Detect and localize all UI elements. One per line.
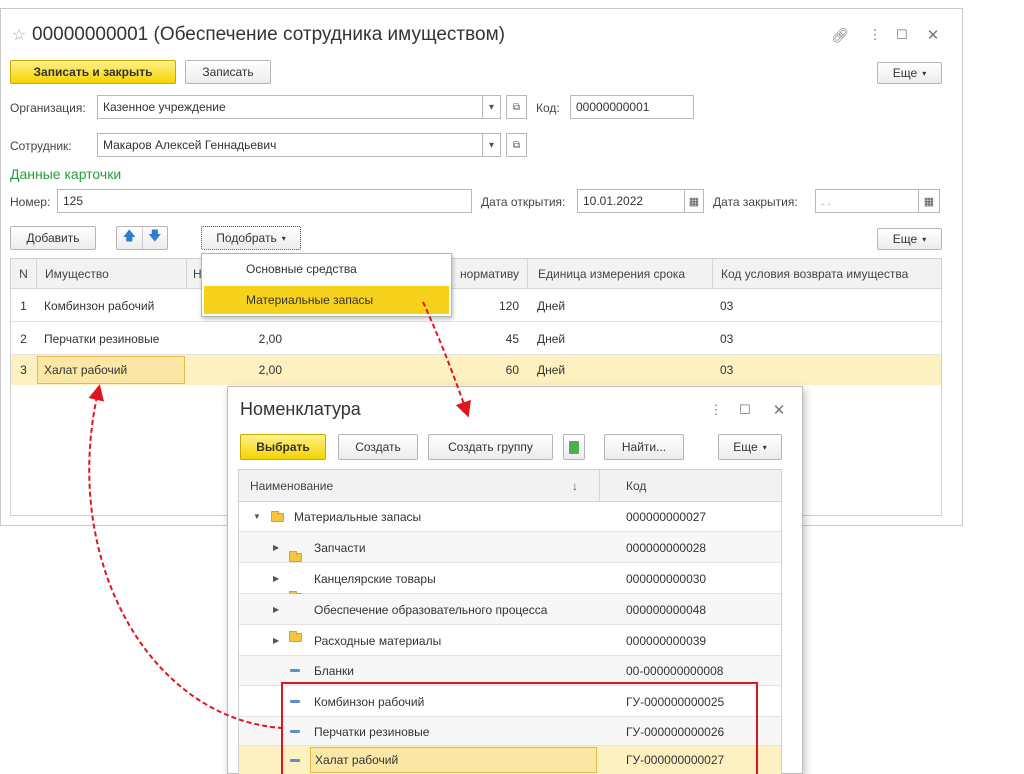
annotation-arrows xyxy=(88,301,471,729)
arrow-list-to-row xyxy=(88,384,284,729)
arrow-menu-to-list xyxy=(422,301,471,418)
